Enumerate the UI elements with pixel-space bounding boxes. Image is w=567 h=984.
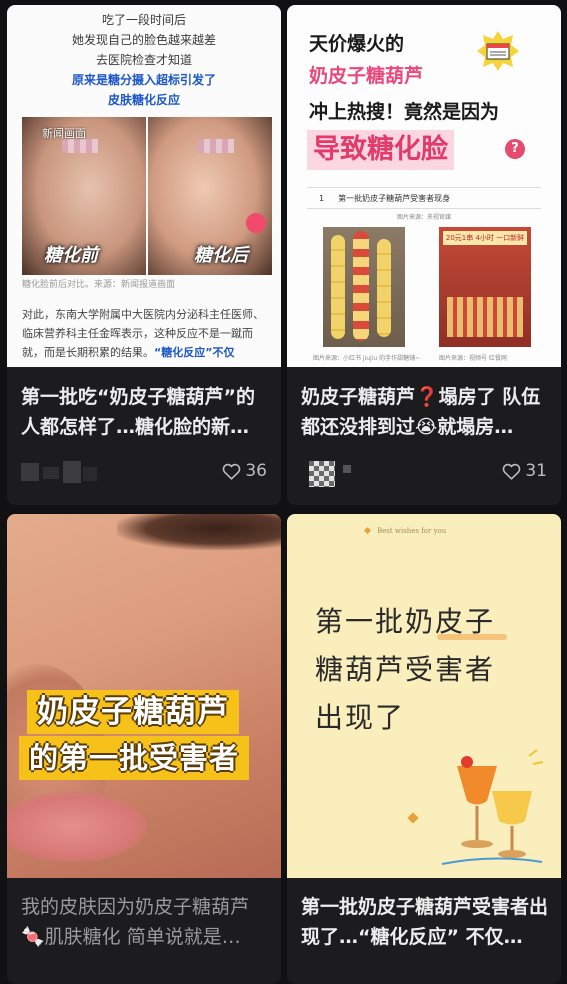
poster-line: 天价爆火的: [309, 33, 405, 55]
eye-image: [117, 514, 281, 550]
headline-band: 的第一批受害者: [19, 736, 250, 780]
card-meta: 36: [21, 457, 269, 487]
card-meta: 31: [301, 457, 549, 487]
underline-decoration: [437, 634, 507, 640]
question-icon: ?: [505, 139, 525, 159]
avatar: [309, 461, 335, 487]
like-button[interactable]: 36: [222, 461, 267, 481]
card-title[interactable]: 我的皮肤因为奶皮子糖葫芦🍬肌肤糖化 简单说就是…: [21, 892, 269, 952]
price-sign: 20元1串 4小时 一口新鲜: [443, 231, 527, 245]
display-tray-image: [447, 297, 523, 337]
author-avatar-blurred[interactable]: [21, 461, 101, 485]
thumb-highlight-line: 皮肤糖化反应: [107, 93, 180, 107]
pixelated-eyes: [62, 139, 98, 153]
like-count: 31: [525, 461, 547, 481]
sub-text: 第一批奶皮子糖葫芦受害者现身: [338, 193, 451, 203]
news-icon: [477, 31, 519, 71]
handwritten-line: 糖葫芦受害者: [315, 653, 496, 686]
heart-icon: [223, 463, 241, 480]
image-source: 图片来源：央视官媒: [397, 214, 452, 221]
image-source: 图片来源：视频号 红餐网: [439, 355, 507, 362]
lips-image: [7, 792, 147, 862]
card-thumbnail[interactable]: 吃了一段时间后 她发现自己的脸色越来越差 去医院检查才知道 原来是糖分摄入超标引…: [7, 5, 281, 367]
pixelated-eyes: [198, 139, 234, 153]
poster-highlight: 导致糖化脸: [307, 130, 454, 170]
feed-card-3[interactable]: 奶皮子糖葫芦 的第一批受害者 我的皮肤因为奶皮子糖葫芦🍬肌肤糖化 简单说就是…: [7, 514, 281, 984]
feed-card-4[interactable]: Best wishes for you 第一批奶皮子 糖葫芦受害者 出现了 第一…: [287, 514, 561, 984]
store-photo: 20元1串 4小时 一口新鲜: [439, 227, 531, 347]
thumb-highlight-line: 原来是糖分摄入超标引发了: [71, 73, 216, 87]
news-label: 新闻画面: [42, 127, 86, 140]
poster-line: 冲上热搜！竟然是因为: [309, 101, 500, 123]
greeting-text: Best wishes for you: [377, 527, 447, 535]
headline-band: 奶皮子糖葫芦: [27, 690, 239, 734]
poster-subheading: 1 第一批奶皮子糖葫芦受害者现身: [307, 187, 541, 209]
feed-card-1[interactable]: 吃了一段时间后 她发现自己的脸色越来越差 去医院检查才知道 原来是糖分摄入超标引…: [7, 5, 281, 505]
before-label: 糖化前: [44, 245, 98, 266]
sub-number: 1: [319, 193, 325, 203]
author-name-blurred: [43, 467, 59, 479]
candied-fruit-photo: [323, 227, 405, 347]
author-name-blurred: [63, 461, 81, 483]
sticker-icon: [246, 213, 266, 233]
feed-card-2[interactable]: 天价爆火的 奶皮子糖葫芦 冲上热搜！竟然是因为 导致糖化脸 ? 1 第一批奶皮子…: [287, 5, 561, 505]
image-caption: 糖化脸前后对比。来源：新闻报道画面: [22, 280, 176, 290]
card-title[interactable]: 奶皮子糖葫芦❓塌房了 队伍都还没排到过😭就塌房…: [301, 382, 549, 442]
like-button[interactable]: 31: [502, 461, 547, 481]
card-thumbnail[interactable]: 天价爆火的 奶皮子糖葫芦 冲上热搜！竟然是因为 导致糖化脸 ? 1 第一批奶皮子…: [287, 5, 561, 367]
skewer-image: [377, 239, 391, 337]
paragraph-highlight: “糖化反应”不仅: [154, 346, 235, 359]
heart-icon: [503, 463, 521, 480]
author-name-blurred: [83, 467, 97, 481]
sparkle-icon: [407, 812, 419, 824]
avatar: [21, 463, 39, 481]
thumb-text-line: 去医院检查才知道: [95, 53, 192, 67]
card-thumbnail[interactable]: Best wishes for you 第一批奶皮子 糖葫芦受害者 出现了: [287, 514, 561, 878]
image-source: 图片来源：小红书 jiujiu 的手作甜糖铺~: [313, 355, 421, 362]
author-name-blurred: [343, 465, 351, 473]
card-title[interactable]: 第一批奶皮子糖葫芦受害者出现了…“糖化反应” 不仅…: [301, 892, 549, 952]
card-title[interactable]: 第一批吃“奶皮子糖葫芦”的人都怎样了…糖化脸的新…: [21, 382, 269, 442]
article-paragraph: 对此，东南大学附属中大医院内分泌科主任医师、临床营养科主任金晖表示，这种反应不是…: [22, 305, 269, 362]
after-label: 糖化后: [194, 245, 248, 266]
thumb-text-line: 吃了一段时间后: [101, 13, 186, 27]
thumb-text-line: 她发现自己的脸色越来越差: [71, 33, 216, 47]
cocktail-illustration: [437, 746, 547, 866]
author-avatar-blurred[interactable]: [301, 461, 381, 487]
poster-line: 奶皮子糖葫芦: [309, 65, 424, 87]
before-after-photo: 新闻画面 糖化前 糖化后: [22, 117, 272, 275]
star-icon: [363, 526, 372, 535]
card-thumbnail[interactable]: 奶皮子糖葫芦 的第一批受害者: [7, 514, 281, 878]
skewer-image: [353, 231, 369, 341]
like-count: 36: [245, 461, 267, 481]
handwritten-line: 出现了: [315, 701, 406, 734]
skewer-image: [331, 235, 345, 339]
